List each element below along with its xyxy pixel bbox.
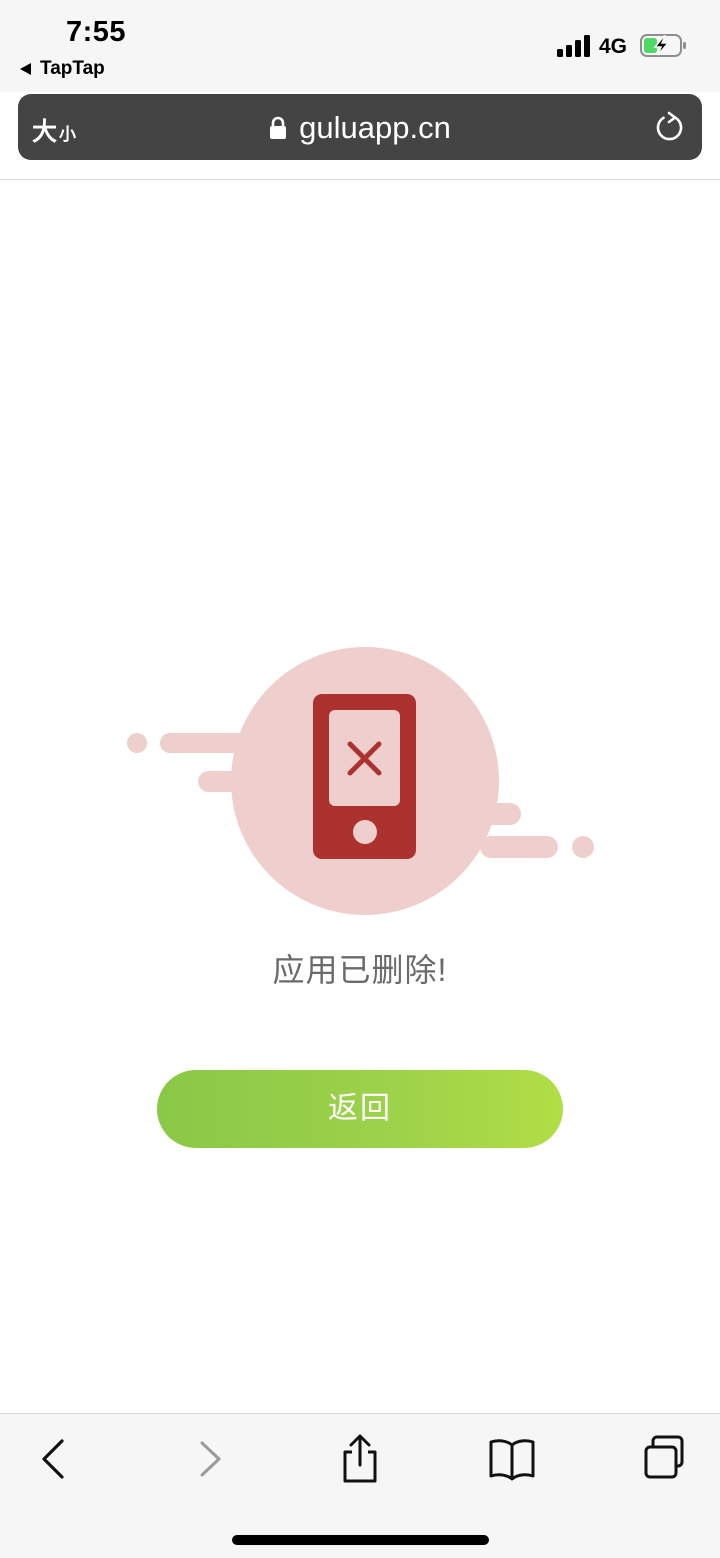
deleted-message: 应用已删除! bbox=[272, 952, 448, 988]
back-to-app-link[interactable]: TapTap bbox=[20, 58, 105, 80]
url-display[interactable]: guluapp.cn bbox=[18, 110, 702, 146]
browser-toolbar bbox=[0, 1413, 720, 1558]
book-icon[interactable] bbox=[487, 1434, 537, 1484]
return-button[interactable]: 返回 bbox=[157, 1070, 563, 1148]
top-divider bbox=[0, 179, 720, 180]
battery-charging-icon bbox=[640, 34, 686, 57]
tabs-icon[interactable] bbox=[640, 1434, 690, 1484]
chevron-left-icon[interactable] bbox=[29, 1434, 79, 1484]
signal-bars-icon bbox=[557, 35, 590, 57]
back-app-label: TapTap bbox=[40, 58, 105, 79]
status-time: 7:55 bbox=[66, 16, 127, 48]
network-type: 4G bbox=[599, 35, 628, 58]
home-indicator bbox=[232, 1535, 489, 1545]
lock-icon bbox=[270, 116, 287, 139]
share-icon[interactable] bbox=[335, 1434, 385, 1484]
status-bar: 7:55 TapTap 4G bbox=[0, 0, 720, 92]
reload-icon[interactable] bbox=[654, 111, 686, 143]
app-deleted-illustration bbox=[127, 647, 594, 915]
chevron-right-icon[interactable] bbox=[183, 1434, 233, 1484]
url-text: guluapp.cn bbox=[299, 110, 451, 145]
address-bar[interactable]: 大 小 guluapp.cn bbox=[18, 94, 702, 160]
back-triangle-icon bbox=[20, 63, 31, 75]
